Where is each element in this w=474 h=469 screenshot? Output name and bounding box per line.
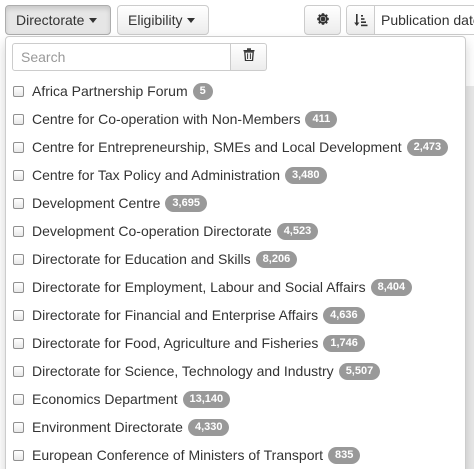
- directorate-option[interactable]: Economics Department 13,140: [6, 385, 465, 413]
- option-label: Development Co-operation Directorate: [32, 223, 272, 239]
- count-badge: 411: [305, 110, 338, 128]
- directorate-option[interactable]: Directorate for Food, Agriculture and Fi…: [6, 329, 465, 357]
- directorate-option[interactable]: Directorate for Employment, Labour and S…: [6, 273, 465, 301]
- directorate-option[interactable]: Development Centre 3,695: [6, 189, 465, 217]
- directorate-dropdown: Africa Partnership Forum5Centre for Co-o…: [5, 36, 466, 469]
- option-label: Environment Directorate: [32, 419, 183, 435]
- option-checkbox[interactable]: [13, 141, 24, 153]
- search-group: [12, 43, 271, 71]
- option-label: Directorate for Science, Technology and …: [32, 363, 334, 379]
- count-badge: 4,330: [187, 418, 230, 436]
- directorate-option[interactable]: Environment Directorate 4,330: [6, 413, 465, 441]
- count-badge: 8,404: [370, 278, 413, 296]
- sort-descending-icon[interactable]: [347, 6, 375, 34]
- option-checkbox[interactable]: [13, 253, 24, 265]
- directorate-option[interactable]: Development Co-operation Directorate 4,52…: [6, 217, 465, 245]
- directorate-filter-button[interactable]: Directorate: [5, 5, 111, 35]
- count-badge: 5,507: [338, 362, 381, 380]
- sort-select[interactable]: Publication date: [346, 5, 474, 35]
- eligibility-filter-label: Eligibility: [128, 12, 183, 28]
- option-label: Africa Partnership Forum: [32, 83, 188, 99]
- option-checkbox[interactable]: [13, 197, 24, 209]
- directorate-option-list: Africa Partnership Forum 5 Centre for Co-o…: [6, 77, 465, 469]
- directorate-option[interactable]: Africa Partnership Forum 5: [6, 77, 465, 105]
- option-label: Directorate for Food, Agriculture and Fi…: [32, 335, 319, 351]
- count-badge: 835: [328, 446, 361, 464]
- option-label: Directorate for Financial and Enterprise…: [32, 307, 319, 323]
- sort-label: Publication date: [381, 12, 474, 28]
- count-badge: 4,523: [276, 222, 319, 240]
- count-badge: 13,140: [182, 390, 231, 408]
- option-label: Development Centre: [32, 195, 161, 211]
- count-badge: 1,746: [323, 334, 365, 352]
- option-label: European Conference of Ministers of Tran…: [32, 447, 324, 463]
- directorate-option[interactable]: Centre for Co-operation with Non-Members…: [6, 105, 465, 133]
- option-checkbox[interactable]: [13, 449, 24, 461]
- count-badge: 5: [192, 82, 213, 100]
- option-label: Centre for Tax Policy and Administration: [32, 167, 280, 183]
- gear-icon: [316, 12, 330, 29]
- option-label: Centre for Entrepreneurship, SMEs and Lo…: [32, 139, 402, 155]
- directorate-filter-label: Directorate: [16, 12, 85, 28]
- count-badge: 8,206: [255, 250, 298, 268]
- directorate-option[interactable]: Directorate for Financial and Enterprise…: [6, 301, 465, 329]
- eligibility-filter-button[interactable]: Eligibility: [117, 5, 209, 35]
- search-input[interactable]: [12, 43, 231, 71]
- option-checkbox[interactable]: [13, 421, 24, 433]
- count-badge: 3,695: [165, 194, 207, 212]
- option-checkbox[interactable]: [13, 309, 24, 321]
- option-checkbox[interactable]: [13, 365, 24, 377]
- option-checkbox[interactable]: [13, 225, 24, 237]
- trash-icon: [243, 48, 255, 66]
- option-checkbox[interactable]: [13, 169, 24, 181]
- directorate-option[interactable]: Centre for Entrepreneurship, SMEs and Lo…: [6, 133, 465, 161]
- option-checkbox[interactable]: [13, 337, 24, 349]
- directorate-option[interactable]: Centre for Tax Policy and Administration…: [6, 161, 465, 189]
- caret-down-icon: [187, 17, 196, 23]
- page: Directorate Eligibility Publication date: [0, 0, 474, 469]
- caret-down-icon: [89, 17, 98, 23]
- directorate-option[interactable]: European Conference of Ministers of Tran…: [6, 441, 465, 469]
- option-checkbox[interactable]: [13, 113, 24, 125]
- clear-search-button[interactable]: [231, 43, 267, 71]
- settings-button[interactable]: [304, 5, 341, 35]
- count-badge: 3,480: [284, 166, 327, 184]
- option-label: Directorate for Employment, Labour and S…: [32, 279, 366, 295]
- option-label: Directorate for Education and Skills: [32, 251, 251, 267]
- option-checkbox[interactable]: [13, 85, 24, 97]
- option-checkbox[interactable]: [13, 393, 24, 405]
- option-label: Economics Department: [32, 391, 178, 407]
- count-badge: 4,636: [323, 306, 365, 324]
- count-badge: 2,473: [406, 138, 449, 156]
- background-content: [466, 86, 474, 469]
- directorate-option[interactable]: Directorate for Science, Technology and …: [6, 357, 465, 385]
- option-label: Centre for Co-operation with Non-Members: [32, 111, 301, 127]
- option-checkbox[interactable]: [13, 281, 24, 293]
- directorate-option[interactable]: Directorate for Education and Skills 8,20…: [6, 245, 465, 273]
